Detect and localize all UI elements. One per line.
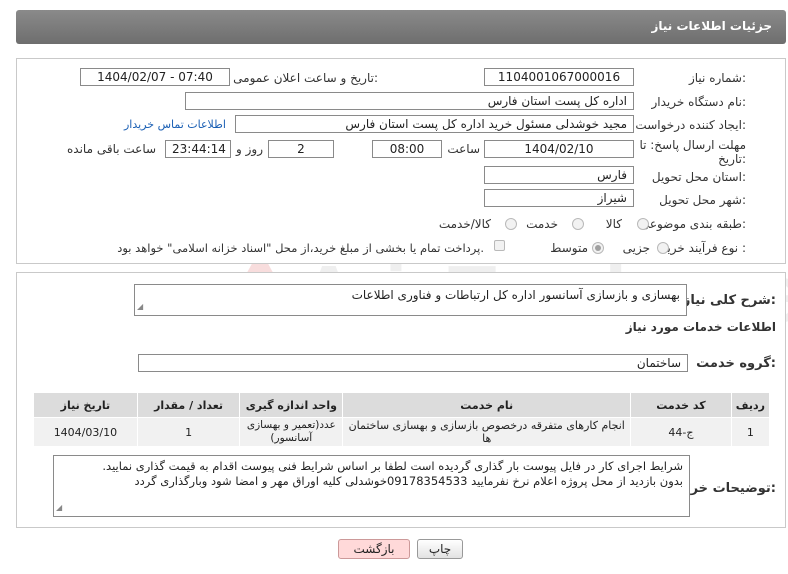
col-qty: تعداد / مقدار <box>136 392 241 418</box>
announce-datetime-label: تاریخ و ساعت اعلان عمومی: <box>233 71 378 85</box>
need-number-field: 1104001067000016 <box>484 68 634 86</box>
resize-grip-icon[interactable]: ◢ <box>137 299 143 314</box>
deadline-label-line1: مهلت ارسال پاسخ: تا <box>639 138 746 152</box>
province-label: استان محل تحویل: <box>651 170 746 184</box>
service-group-label: گروه خدمت: <box>696 356 776 371</box>
category-label: طبقه بندی موضوعی: <box>639 217 746 231</box>
page-title: جزئیات اطلاعات نیاز <box>651 19 772 33</box>
table-row: 1 ج-44 انجام کارهای متفرقه درخصوص بازساز… <box>33 417 771 447</box>
buyer-notes-line1: شرایط اجرای کار در فایل پیوست بار گذاری … <box>102 459 683 473</box>
col-date: تاریخ نیاز <box>33 392 138 418</box>
purchase-radio-medium[interactable] <box>592 242 604 254</box>
buyer-contact-link[interactable]: اطلاعات تماس خریدار <box>124 118 226 131</box>
deadline-time-field: 08:00 <box>372 140 442 158</box>
category-option-service: خدمت <box>526 217 558 231</box>
deadline-time-label: ساعت <box>447 142 480 156</box>
buyer-org-field: اداره کل پست استان فارس <box>185 92 634 110</box>
print-button[interactable]: چاپ <box>417 539 463 559</box>
description-text: بهسازی و بازسازی آسانسور اداره کل ارتباط… <box>351 288 680 302</box>
buyer-org-label: نام دستگاه خریدار: <box>651 95 747 109</box>
col-code: کد خدمت <box>630 392 732 418</box>
announce-datetime-field: 1404/02/07 - 07:40 <box>80 68 230 86</box>
remaining-time-field: 23:44:14 <box>165 140 231 158</box>
deadline-days-label: روز و <box>236 142 263 156</box>
services-section-title: اطلاعات خدمات مورد نیاز <box>625 320 776 334</box>
deadline-days-field: 2 <box>268 140 334 158</box>
buyer-notes-line2: بدون بازدید از محل پروژه اعلام نرخ نفرما… <box>134 474 683 488</box>
description-field: بهسازی و بازسازی آسانسور اداره کل ارتباط… <box>134 284 687 316</box>
requester-label: ایجاد کننده درخواست: <box>635 118 746 132</box>
treasury-payment-note: پرداخت تمام یا بخشی از مبلغ خرید،از محل … <box>117 241 484 255</box>
cell-name: انجام کارهای متفرقه درخصوص بازسازی و بهس… <box>342 417 632 447</box>
service-group-field: ساختمان <box>138 354 688 372</box>
category-radio-goods-service[interactable] <box>505 218 517 230</box>
province-field: فارس <box>484 166 634 184</box>
category-radio-goods[interactable] <box>637 218 649 230</box>
col-name: نام خدمت <box>342 392 632 418</box>
buyer-notes-field: شرایط اجرای کار در فایل پیوست بار گذاری … <box>53 455 690 517</box>
header-bar: جزئیات اطلاعات نیاز <box>16 10 786 44</box>
description-label: شرح کلی نیاز: <box>682 293 776 308</box>
col-row: ردیف <box>730 392 771 418</box>
need-number-label: شماره نیاز: <box>688 71 746 85</box>
cell-date: 1404/03/10 <box>33 417 138 447</box>
purchase-option-medium: متوسط <box>550 241 588 255</box>
cell-unit: عدد(تعمیر و بهسازی آسانسور) <box>239 417 344 447</box>
services-table: ردیف کد خدمت نام خدمت واحد اندازه گیری ت… <box>33 392 771 447</box>
services-table-header: ردیف کد خدمت نام خدمت واحد اندازه گیری ت… <box>33 392 771 418</box>
deadline-label-line2: تاریخ: <box>718 152 746 166</box>
resize-grip-icon[interactable]: ◢ <box>56 500 62 515</box>
form-panel <box>16 58 786 264</box>
requester-field: مجید خوشدلی مسئول خرید اداره کل پست استا… <box>235 115 634 133</box>
category-option-goods: کالا <box>605 217 622 231</box>
purchase-radio-minor[interactable] <box>657 242 669 254</box>
cell-row: 1 <box>730 417 771 447</box>
category-option-goods-service: کالا/خدمت <box>438 217 491 231</box>
category-radio-service[interactable] <box>572 218 584 230</box>
cell-code: ج-44 <box>630 417 732 447</box>
city-label: شهر محل تحویل: <box>659 193 746 207</box>
city-field: شیراز <box>484 189 634 207</box>
purchase-option-minor: جزیی <box>622 241 650 255</box>
deadline-date-field: 1404/02/10 <box>484 140 634 158</box>
remaining-time-label: ساعت باقی مانده <box>67 142 157 156</box>
treasury-checkbox[interactable] <box>494 240 505 251</box>
cell-qty: 1 <box>136 417 241 447</box>
purchase-type-label: نوع فرآیند خرید : <box>661 241 746 255</box>
col-unit: واحد اندازه گیری <box>239 392 344 418</box>
back-button[interactable]: بازگشت <box>338 539 410 559</box>
